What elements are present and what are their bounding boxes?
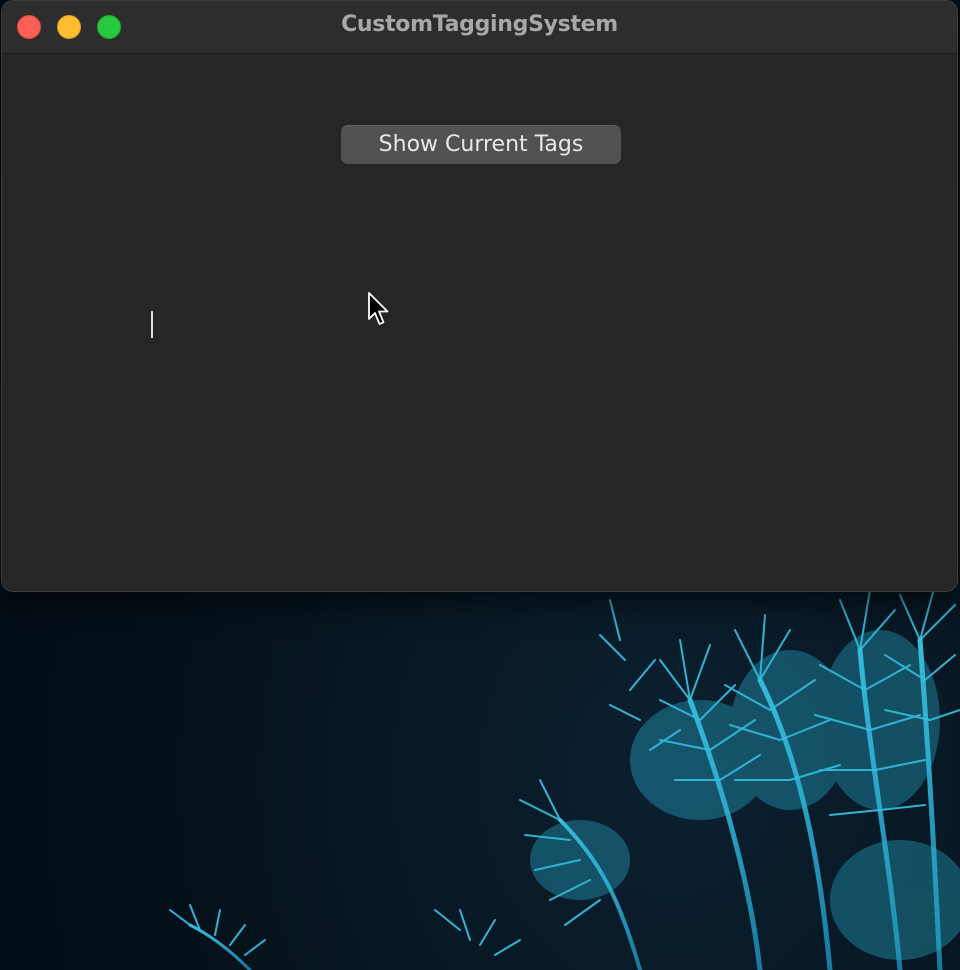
title-bar[interactable]: CustomTaggingSystem	[2, 1, 957, 54]
text-caret	[151, 311, 153, 338]
desktop: CustomTaggingSystem Show Current Tags	[0, 0, 960, 970]
show-current-tags-button[interactable]: Show Current Tags	[341, 125, 621, 164]
arrow-pointer-icon	[368, 292, 389, 325]
window-content: Show Current Tags	[2, 54, 957, 591]
app-window: CustomTaggingSystem Show Current Tags	[1, 0, 958, 592]
window-title: CustomTaggingSystem	[341, 12, 618, 37]
